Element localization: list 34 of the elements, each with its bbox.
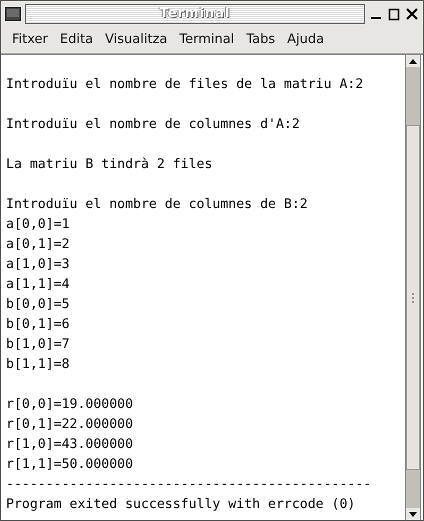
close-button[interactable] bbox=[405, 6, 419, 22]
terminal-app-icon bbox=[5, 6, 21, 20]
menu-item[interactable]: Tabs bbox=[240, 32, 282, 47]
maximize-icon bbox=[388, 6, 400, 20]
scroll-down-icon[interactable] bbox=[406, 508, 420, 520]
window-title: Terminal bbox=[160, 6, 230, 21]
output-line: a[1,1]=4 bbox=[6, 276, 71, 294]
output-line: b[1,1]=8 bbox=[6, 356, 71, 374]
output-line: r[0,1]=22.000000 bbox=[6, 416, 134, 434]
output-line: r[1,1]=50.000000 bbox=[6, 456, 134, 474]
scroll-thumb[interactable] bbox=[406, 125, 420, 470]
menu-item[interactable]: Terminal bbox=[173, 32, 240, 47]
output-line: b[0,0]=5 bbox=[6, 296, 71, 314]
output-line: r[1,0]=43.000000 bbox=[6, 436, 134, 454]
output-line: Program exited successfully with errcode (0) bbox=[6, 496, 356, 514]
menu-item[interactable]: Edita bbox=[54, 32, 100, 47]
output-line: a[0,0]=1 bbox=[6, 216, 71, 234]
scroll-up-icon[interactable] bbox=[406, 55, 420, 67]
output-line: Introduïu el nombre de files de la matriu A:2 bbox=[6, 76, 364, 94]
output-line: r[0,0]=19.000000 bbox=[6, 396, 134, 414]
output-line: La matriu B tindrà 2 files bbox=[6, 156, 214, 174]
menu-item[interactable]: Ajuda bbox=[281, 32, 330, 47]
output-line: ---------------------------------------------- bbox=[6, 476, 372, 494]
output-line: b[1,0]=7 bbox=[6, 336, 71, 354]
output-line: a[0,1]=2 bbox=[6, 236, 71, 254]
menu-item[interactable]: Fitxer bbox=[6, 32, 54, 47]
minimize-icon bbox=[371, 16, 381, 18]
output-line: Introduïu el nombre de columnes d'A:2 bbox=[6, 116, 301, 134]
output-line: Introduïu el nombre de columnes de B:2 bbox=[6, 196, 309, 214]
output-line: b[0,1]=6 bbox=[6, 316, 71, 334]
menu-item[interactable]: Visualitza bbox=[99, 32, 174, 47]
output-line: a[1,0]=3 bbox=[6, 256, 71, 274]
scrollbar[interactable] bbox=[405, 55, 421, 520]
close-icon bbox=[406, 6, 418, 20]
